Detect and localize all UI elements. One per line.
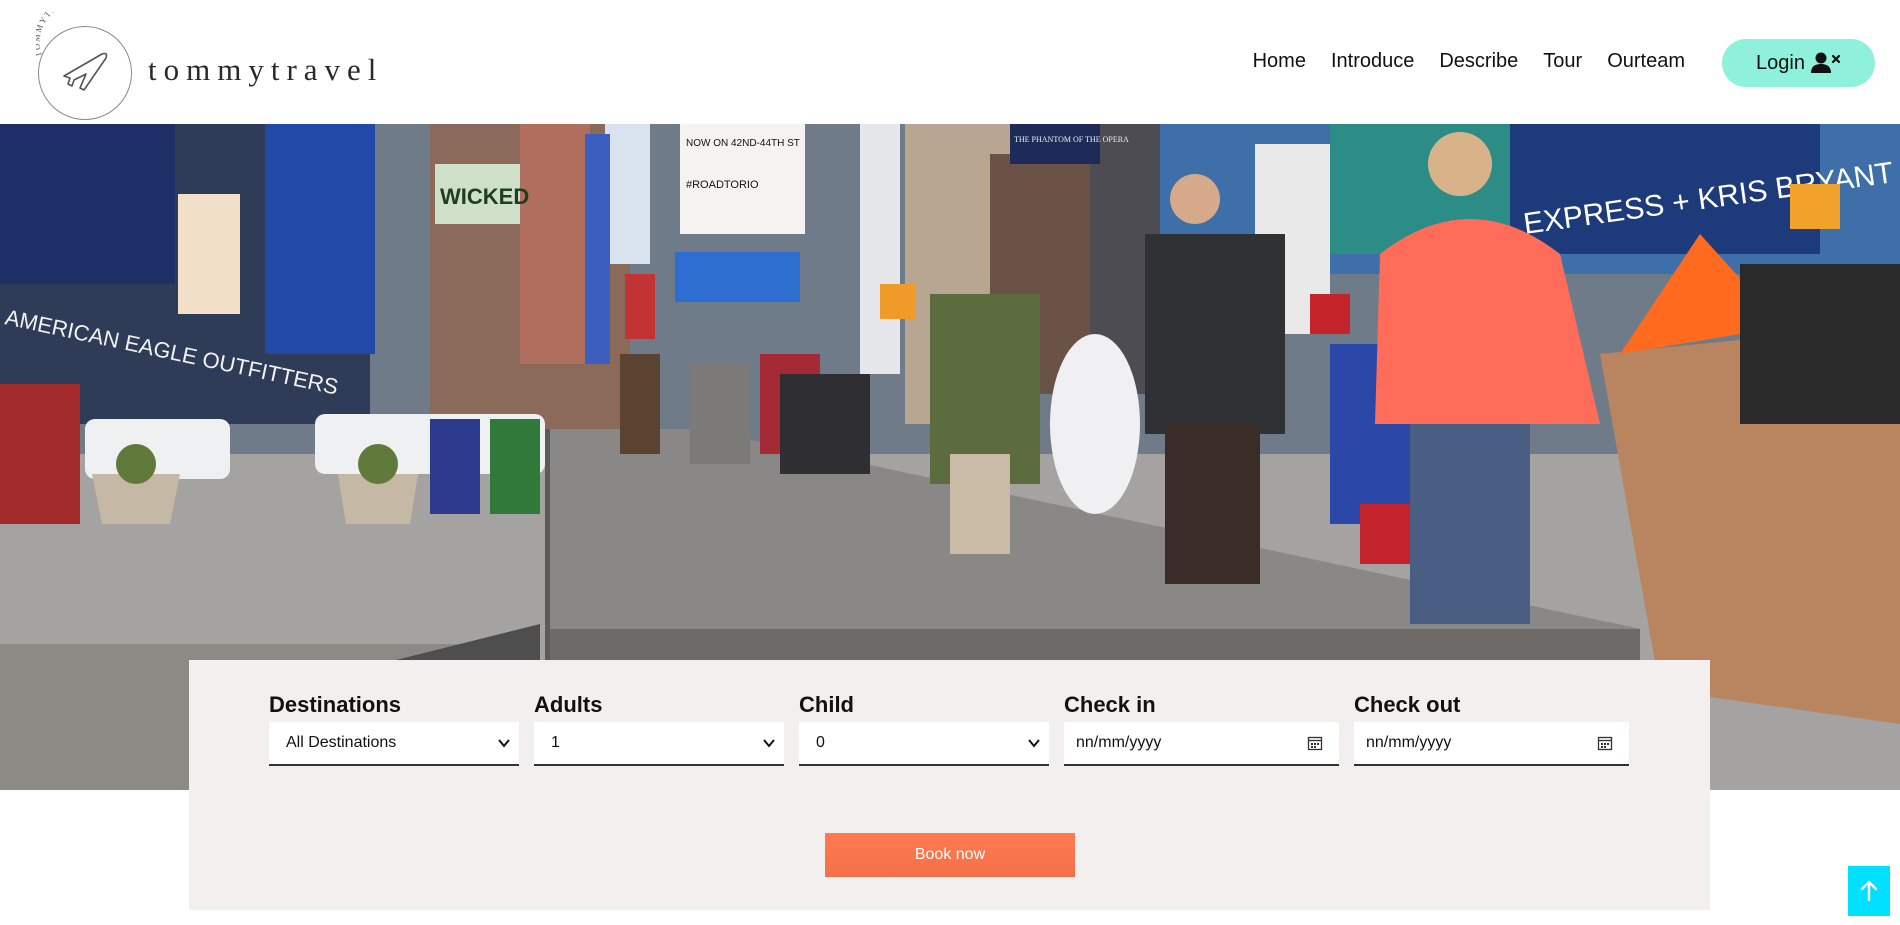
book-now-button[interactable]: Book now bbox=[825, 833, 1075, 877]
destinations-value: All Destinations bbox=[286, 734, 397, 751]
chevron-down-icon bbox=[763, 739, 775, 748]
booking-form: Destinations All Destinations Adults 1 C… bbox=[189, 660, 1710, 910]
calendar-icon[interactable] bbox=[1307, 735, 1323, 751]
user-x-icon bbox=[1810, 52, 1841, 73]
check-in-field: Check in nn/mm/yyyy bbox=[1064, 692, 1339, 766]
scroll-to-top-button[interactable] bbox=[1848, 866, 1890, 916]
adults-field: Adults 1 bbox=[534, 692, 784, 766]
adults-label: Adults bbox=[534, 692, 603, 717]
site-header: TOMMYTRAVEL tommytravel Home Introduce D… bbox=[0, 0, 1900, 124]
chevron-down-icon bbox=[498, 739, 510, 748]
nav-introduce[interactable]: Introduce bbox=[1331, 50, 1414, 73]
adults-value: 1 bbox=[551, 734, 560, 751]
destinations-field: Destinations All Destinations bbox=[269, 692, 519, 766]
billboard-roadtorio: #ROADTORIO bbox=[686, 179, 759, 191]
nav-ourteam[interactable]: Ourteam bbox=[1607, 50, 1685, 73]
destinations-select[interactable]: All Destinations bbox=[269, 722, 519, 766]
check-out-field: Check out nn/mm/yyyy bbox=[1354, 692, 1629, 766]
check-out-label: Check out bbox=[1354, 692, 1461, 717]
login-label: Login bbox=[1756, 51, 1805, 74]
airplane-icon bbox=[63, 52, 108, 91]
chevron-down-icon bbox=[1028, 739, 1040, 748]
billboard-wicked: WICKED bbox=[440, 184, 529, 209]
child-select[interactable]: 0 bbox=[799, 722, 1049, 766]
child-label: Child bbox=[799, 692, 854, 717]
nav-tour[interactable]: Tour bbox=[1543, 50, 1582, 73]
login-button[interactable]: Login bbox=[1722, 39, 1875, 87]
billboard-now-on: NOW ON 42ND-44TH ST bbox=[686, 138, 800, 149]
main-nav: Home Introduce Describe Tour Ourteam bbox=[1253, 50, 1685, 73]
check-in-input[interactable]: nn/mm/yyyy bbox=[1064, 722, 1339, 766]
arrow-up-icon bbox=[1860, 880, 1878, 902]
child-field: Child 0 bbox=[799, 692, 1049, 766]
brand-logo[interactable]: TOMMYTRAVEL tommytravel bbox=[34, 12, 376, 120]
child-value: 0 bbox=[816, 734, 825, 751]
nav-describe[interactable]: Describe bbox=[1439, 50, 1518, 73]
destinations-label: Destinations bbox=[269, 692, 402, 717]
billboard-phantom: THE PHANTOM OF THE OPERA bbox=[1014, 135, 1129, 144]
check-in-placeholder: nn/mm/yyyy bbox=[1076, 734, 1162, 751]
calendar-icon[interactable] bbox=[1597, 735, 1613, 751]
adults-select[interactable]: 1 bbox=[534, 722, 784, 766]
check-out-placeholder: nn/mm/yyyy bbox=[1366, 734, 1452, 751]
check-out-input[interactable]: nn/mm/yyyy bbox=[1354, 722, 1629, 766]
check-in-label: Check in bbox=[1064, 692, 1156, 717]
nav-home[interactable]: Home bbox=[1253, 50, 1306, 73]
brand-name: tommytravel bbox=[148, 52, 384, 87]
